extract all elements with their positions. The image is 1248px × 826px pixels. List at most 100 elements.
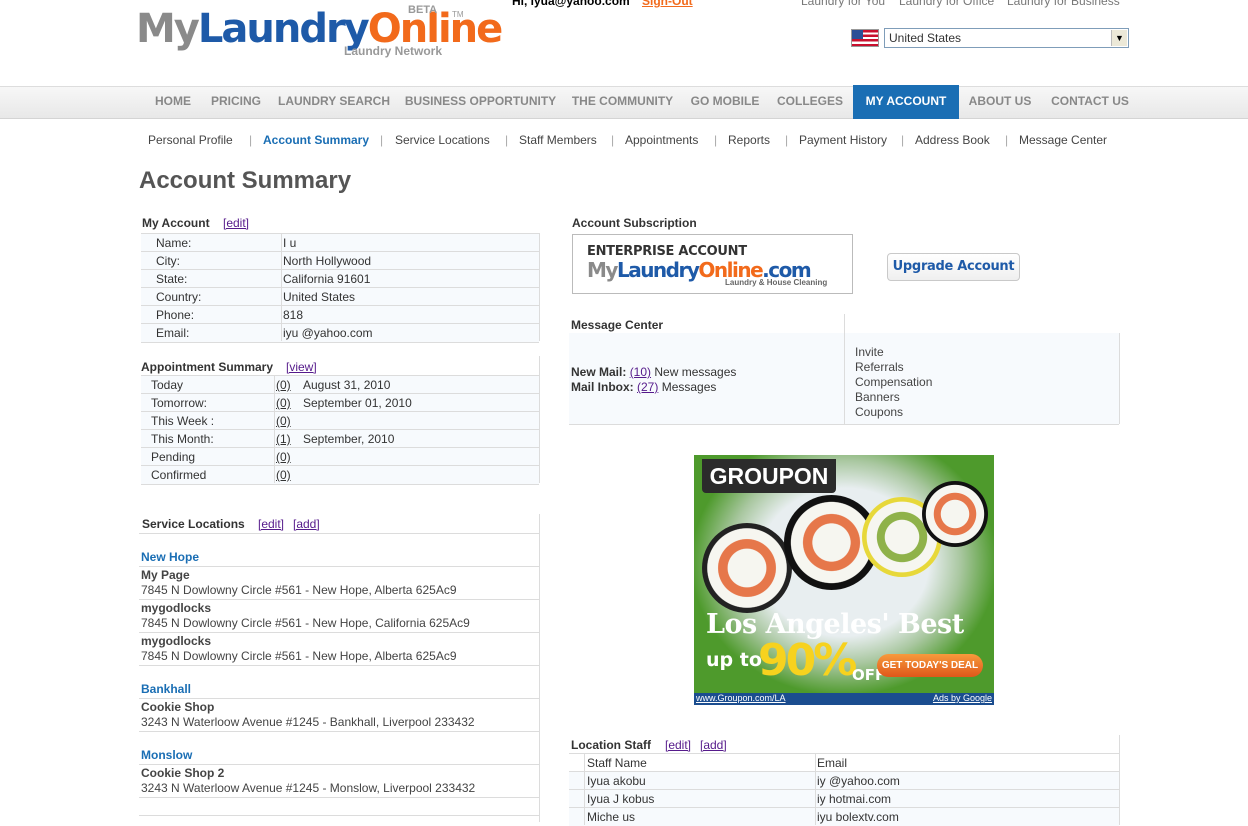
appt-date: August 31, 2010 xyxy=(303,378,391,392)
staff-header-row: Staff Name Email xyxy=(569,753,1119,772)
subnav-separator: | xyxy=(380,133,384,147)
logo-my: My xyxy=(136,6,200,52)
subnav-reports[interactable]: Reports xyxy=(728,133,770,147)
account-value: I u xyxy=(283,236,297,250)
nav-contact-us[interactable]: CONTACT US xyxy=(1043,86,1137,117)
nav-pricing[interactable]: PRICING xyxy=(205,86,267,117)
top-link-laundry-for-business[interactable]: Laundry for Business xyxy=(1007,0,1120,8)
nav-laundry-search[interactable]: LAUNDRY SEARCH xyxy=(274,86,394,117)
location-address: 7845 N Dowlowny Circle #561 - New Hope, … xyxy=(141,649,457,663)
enterprise-account-label: ENTERPRISE ACCOUNT xyxy=(587,244,747,259)
nav-colleges[interactable]: COLLEGES xyxy=(771,86,849,117)
compensation-link[interactable]: Compensation xyxy=(855,375,932,389)
account-row-state: State: California 91601 xyxy=(141,269,539,288)
staff-email: iy @yahoo.com xyxy=(817,774,900,788)
sushi-roll-4 xyxy=(922,481,988,547)
appt-label: Pending xyxy=(151,450,196,464)
chevron-down-icon[interactable]: ▼ xyxy=(1111,30,1127,46)
divider xyxy=(815,753,816,825)
account-subscription-title: Account Subscription xyxy=(572,216,697,230)
subnav-separator: | xyxy=(785,133,789,147)
service-locations-title: Service Locations xyxy=(142,517,245,531)
logo-trademark: TM xyxy=(452,10,464,19)
appt-count-link[interactable]: (0) xyxy=(276,414,291,428)
appt-label: Confirmed xyxy=(151,468,207,482)
location-name[interactable]: My Page xyxy=(141,568,190,582)
location-group-bankhall[interactable]: Bankhall xyxy=(141,682,191,696)
nav-go-mobile[interactable]: GO MOBILE xyxy=(685,86,765,117)
nav-home[interactable]: HOME xyxy=(146,86,200,117)
my-account-edit-link[interactable]: [edit] xyxy=(223,216,249,230)
upgrade-account-button[interactable]: Upgrade Account xyxy=(887,253,1020,281)
appt-count-link[interactable]: (0) xyxy=(276,378,291,392)
location-group-new-hope[interactable]: New Hope xyxy=(141,550,199,564)
subnav-staff-members[interactable]: Staff Members xyxy=(519,133,597,147)
groupon-logo: GROUPON xyxy=(702,459,836,493)
logo-beta-badge: BETA xyxy=(408,4,438,16)
service-locations-edit-link[interactable]: [edit] xyxy=(258,517,284,531)
divider xyxy=(274,375,275,483)
subnav-account-summary[interactable]: Account Summary xyxy=(263,133,369,147)
appt-count-link[interactable]: (0) xyxy=(276,468,291,482)
subnav-personal-profile[interactable]: Personal Profile xyxy=(148,133,233,147)
location-name[interactable]: Cookie Shop xyxy=(141,700,214,714)
groupon-ad[interactable]: GROUPON Los Angeles' Best up to 90% OFF … xyxy=(694,455,994,705)
referrals-link[interactable]: Referrals xyxy=(855,360,904,374)
coupons-link[interactable]: Coupons xyxy=(855,405,903,419)
subnav-address-book[interactable]: Address Book xyxy=(915,133,990,147)
subnav-separator: | xyxy=(611,133,615,147)
appt-row-tomorrow: Tomorrow: (0) September 01, 2010 xyxy=(141,393,539,412)
get-todays-deal-button[interactable]: GET TODAY'S DEAL xyxy=(877,654,983,677)
site-logo[interactable]: MyLaundryOnline xyxy=(136,6,503,52)
location-staff-add-link[interactable]: [add] xyxy=(700,738,727,752)
mail-inbox-count-link[interactable]: (27) xyxy=(637,380,658,394)
table-row[interactable]: Iyua akobu iy @yahoo.com xyxy=(569,771,1119,790)
location-name[interactable]: mygodlocks xyxy=(141,634,211,648)
mail-inbox-line: Mail Inbox: (27) Messages xyxy=(571,380,716,394)
table-row[interactable]: Miche us iyu bolextv.com xyxy=(569,807,1119,826)
account-row-city: City: North Hollywood xyxy=(141,251,539,270)
country-select[interactable]: United States ▼ xyxy=(884,28,1129,48)
location-name[interactable]: mygodlocks xyxy=(141,601,211,615)
service-locations-add-link[interactable]: [add] xyxy=(293,517,320,531)
nav-business-opportunity[interactable]: BUSINESS OPPORTUNITY xyxy=(400,86,561,117)
account-value: California 91601 xyxy=(283,272,371,286)
account-row-name: Name: I u xyxy=(141,233,539,252)
divider xyxy=(539,356,540,483)
appt-count-link[interactable]: (0) xyxy=(276,396,291,410)
appointment-view-link[interactable]: [view] xyxy=(286,360,317,374)
subnav-message-center[interactable]: Message Center xyxy=(1019,133,1107,147)
divider xyxy=(139,797,539,798)
logo-laundry: Laundry xyxy=(197,6,370,52)
subnav-appointments[interactable]: Appointments xyxy=(625,133,698,147)
nav-the-community[interactable]: THE COMMUNITY xyxy=(566,86,679,117)
staff-name: Iyua J kobus xyxy=(587,792,655,806)
account-label: State: xyxy=(156,272,188,286)
ads-by-google-link[interactable]: Ads by Google xyxy=(933,693,992,703)
appt-label: This Month: xyxy=(151,432,214,446)
sign-out-link[interactable]: Sign-Out xyxy=(642,0,693,8)
table-row[interactable]: Iyua J kobus iy hotmai.com xyxy=(569,789,1119,808)
top-link-laundry-for-you[interactable]: Laundry for You xyxy=(801,0,885,8)
subnav-service-locations[interactable]: Service Locations xyxy=(395,133,490,147)
appointment-summary-title: Appointment Summary xyxy=(141,360,274,374)
banners-link[interactable]: Banners xyxy=(855,390,900,404)
ad-percent: 90% xyxy=(758,635,857,686)
nav-my-account[interactable]: MY ACCOUNT xyxy=(853,85,959,119)
ad-url-link[interactable]: www.Groupon.com/LA xyxy=(696,693,786,703)
subnav-separator: | xyxy=(1005,133,1009,147)
location-name[interactable]: Cookie Shop 2 xyxy=(141,766,224,780)
mail-inbox-label: Mail Inbox: xyxy=(571,380,634,394)
divider xyxy=(1119,735,1120,825)
new-mail-count-link[interactable]: (10) xyxy=(630,365,651,379)
location-group-monslow[interactable]: Monslow xyxy=(141,748,192,762)
top-link-laundry-for-office[interactable]: Laundry for Office xyxy=(899,0,994,8)
appt-count-link[interactable]: (0) xyxy=(276,450,291,464)
invite-link[interactable]: Invite xyxy=(855,345,884,359)
nav-about-us[interactable]: ABOUT US xyxy=(963,86,1037,117)
account-value: North Hollywood xyxy=(283,254,372,268)
appt-count-link[interactable]: (1) xyxy=(276,432,291,446)
subnav-payment-history[interactable]: Payment History xyxy=(799,133,887,147)
location-staff-edit-link[interactable]: [edit] xyxy=(665,738,691,752)
mail-inbox-text: Messages xyxy=(661,380,717,394)
